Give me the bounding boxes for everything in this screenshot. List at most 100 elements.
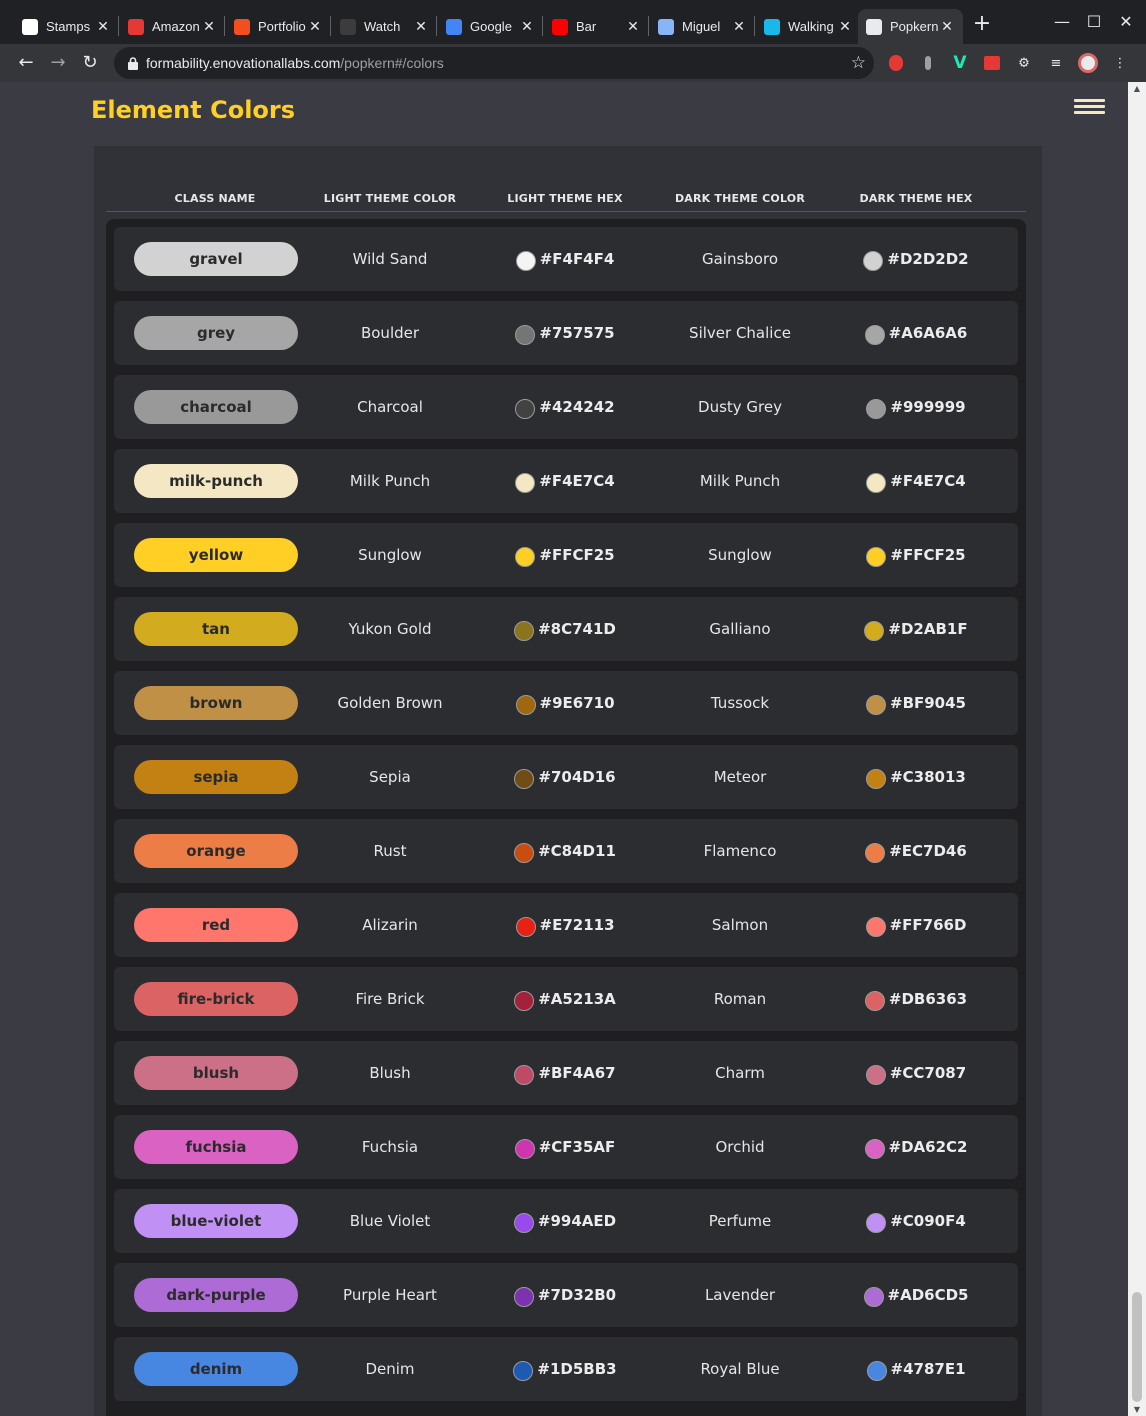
scrollbar-thumb[interactable] bbox=[1132, 1292, 1142, 1402]
vertical-scrollbar[interactable]: ▲ ▼ bbox=[1128, 82, 1146, 1416]
table-row: blush Blush #BF4A67 Charm #CC7087 bbox=[114, 1041, 1018, 1105]
stamps-favicon-icon bbox=[22, 18, 38, 35]
light-theme-hex: #CF35AF bbox=[477, 1115, 653, 1179]
color-swatch bbox=[513, 1361, 534, 1381]
color-swatch bbox=[514, 1139, 535, 1159]
tab-close-icon[interactable]: ✕ bbox=[731, 19, 747, 35]
light-theme-hex-text: #E72113 bbox=[539, 916, 615, 934]
dark-theme-hex: #FF766D bbox=[828, 893, 1004, 957]
scroll-down-arrow-icon[interactable]: ▼ bbox=[1132, 1405, 1142, 1414]
color-swatch bbox=[515, 399, 536, 419]
back-arrow-icon[interactable]: ← bbox=[14, 51, 38, 75]
dark-theme-color-name: Dusty Grey bbox=[698, 398, 782, 416]
dark-theme-hex-text: #CC7087 bbox=[889, 1064, 967, 1082]
tab-close-icon[interactable]: ✕ bbox=[519, 19, 535, 35]
header-light-theme-color: LIGHT THEME COLOR bbox=[323, 192, 457, 205]
table-row: fire-brick Fire Brick #A5213A Roman #DB6363 bbox=[114, 967, 1018, 1031]
k-favicon-icon bbox=[866, 18, 882, 35]
lock-icon[interactable] bbox=[126, 56, 140, 70]
media-queue-icon[interactable]: ≡ bbox=[1046, 53, 1066, 73]
dark-theme-hex-text: #4787E1 bbox=[890, 1360, 966, 1378]
browser-tab[interactable]: Popkern ✕ bbox=[858, 9, 963, 44]
extension-gray-icon[interactable] bbox=[918, 53, 938, 73]
dark-theme-hex-text: #EC7D46 bbox=[889, 842, 967, 860]
dark-theme-color-name: Silver Chalice bbox=[689, 324, 791, 342]
extension-red-icon[interactable] bbox=[982, 53, 1002, 73]
reload-icon[interactable]: ↻ bbox=[78, 51, 102, 75]
color-swatch bbox=[863, 251, 884, 271]
dark-theme-color-name: Roman bbox=[713, 990, 767, 1008]
dark-theme-hex: #CC7087 bbox=[828, 1041, 1004, 1105]
light-theme-hex-text: #9E6710 bbox=[539, 694, 615, 712]
tab-close-icon[interactable]: ✕ bbox=[307, 19, 323, 35]
new-tab-button[interactable]: + bbox=[972, 13, 992, 35]
color-swatch bbox=[866, 695, 886, 715]
color-swatch bbox=[515, 695, 536, 715]
tab-close-icon[interactable]: ✕ bbox=[939, 19, 955, 35]
table-row: milk-punch Milk Punch #F4E7C4 Milk Punch #F4… bbox=[114, 449, 1018, 513]
tab-title: Bar bbox=[576, 19, 597, 34]
browser-tab[interactable]: Amazon ✕ bbox=[120, 9, 225, 44]
browser-tab[interactable]: Portfolio ✕ bbox=[226, 9, 331, 44]
table-row: orange Rust #C84D11 Flamenco #EC7D46 bbox=[114, 819, 1018, 883]
table-row: dark-purple Purple Heart #7D32B0 Lavender #A… bbox=[114, 1263, 1018, 1327]
dark-theme-hex-text: #A6A6A6 bbox=[888, 324, 968, 342]
dark-theme-hex-text: #DA62C2 bbox=[888, 1138, 968, 1156]
color-swatch bbox=[515, 251, 536, 271]
dark-theme-color-name: Lavender bbox=[704, 1286, 776, 1304]
light-theme-hex: #7D32B0 bbox=[477, 1263, 653, 1327]
forward-arrow-icon[interactable]: → bbox=[46, 51, 70, 75]
color-swatch bbox=[514, 769, 535, 789]
dark-theme-hex: #C090F4 bbox=[828, 1189, 1004, 1253]
light-theme-hex-text: #BF4A67 bbox=[538, 1064, 616, 1082]
tab-close-icon[interactable]: ✕ bbox=[201, 19, 217, 35]
url-text: formability.enovationallabs.com/popkern#… bbox=[146, 55, 444, 71]
table-row: blue-violet Blue Violet #994AED Perfume #C09… bbox=[114, 1189, 1018, 1253]
light-theme-hex-text: #C84D11 bbox=[538, 842, 616, 860]
browser-tab[interactable]: Bar ✕ bbox=[544, 9, 649, 44]
extensions-puzzle-icon[interactable]: ⚙ bbox=[1014, 53, 1034, 73]
class-name-pill: tan bbox=[134, 612, 298, 646]
scroll-up-arrow-icon[interactable]: ▲ bbox=[1132, 84, 1142, 93]
hamburger-menu-icon[interactable] bbox=[1074, 99, 1105, 115]
bookmark-star-icon[interactable]: ☆ bbox=[851, 53, 866, 73]
dark-theme-hex-text: #FFCF25 bbox=[890, 546, 966, 564]
dark-theme-hex-text: #FF766D bbox=[889, 916, 967, 934]
light-theme-hex: #BF4A67 bbox=[477, 1041, 653, 1105]
browser-menu-icon[interactable]: ⋮ bbox=[1110, 53, 1130, 73]
tab-title: Google bbox=[470, 19, 512, 34]
extension-shield-icon[interactable] bbox=[886, 53, 906, 73]
light-theme-hex-text: #704D16 bbox=[538, 768, 616, 786]
light-theme-hex-text: #994AED bbox=[537, 1212, 617, 1230]
extension-v-icon[interactable]: V bbox=[950, 53, 970, 73]
dark-theme-hex: #C38013 bbox=[828, 745, 1004, 809]
browser-tab[interactable]: Watch ✕ bbox=[332, 9, 437, 44]
color-swatch bbox=[866, 769, 887, 789]
page-viewport: Element Colors CLASS NAME LIGHT THEME CO… bbox=[0, 82, 1128, 1416]
tab-close-icon[interactable]: ✕ bbox=[413, 19, 429, 35]
browser-tab[interactable]: Stamps ✕ bbox=[14, 9, 119, 44]
table-row: yellow Sunglow #FFCF25 Sunglow #FFCF25 bbox=[114, 523, 1018, 587]
address-bar[interactable]: formability.enovationallabs.com/popkern#… bbox=[114, 47, 874, 79]
light-theme-color-name: Golden Brown bbox=[337, 694, 443, 712]
tab-close-icon[interactable]: ✕ bbox=[837, 19, 853, 35]
close-window-button[interactable]: ✕ bbox=[1116, 12, 1136, 32]
browser-tab[interactable]: Walking ✕ bbox=[756, 9, 861, 44]
browser-tab[interactable]: Miguel ✕ bbox=[650, 9, 755, 44]
maximize-window-button[interactable]: ☐ bbox=[1084, 12, 1104, 32]
dark-theme-hex: #D2D2D2 bbox=[828, 227, 1004, 291]
light-theme-hex: #FFCF25 bbox=[477, 523, 653, 587]
profile-avatar-icon[interactable] bbox=[1078, 53, 1098, 73]
light-theme-hex-text: #1D5BB3 bbox=[537, 1360, 617, 1378]
color-swatch bbox=[865, 1065, 886, 1085]
minimize-window-button[interactable]: — bbox=[1052, 12, 1072, 32]
dark-theme-hex-text: #D2AB1F bbox=[888, 620, 968, 638]
tab-title: Walking bbox=[788, 19, 834, 34]
dark-theme-color-name: Sunglow bbox=[708, 546, 772, 564]
class-name-pill: denim bbox=[134, 1352, 298, 1386]
colors-table-card: CLASS NAME LIGHT THEME COLOR LIGHT THEME… bbox=[94, 146, 1042, 1416]
dark-theme-hex: #FFCF25 bbox=[828, 523, 1004, 587]
browser-tab[interactable]: Google ✕ bbox=[438, 9, 543, 44]
tab-close-icon[interactable]: ✕ bbox=[625, 19, 641, 35]
tab-close-icon[interactable]: ✕ bbox=[95, 19, 111, 35]
